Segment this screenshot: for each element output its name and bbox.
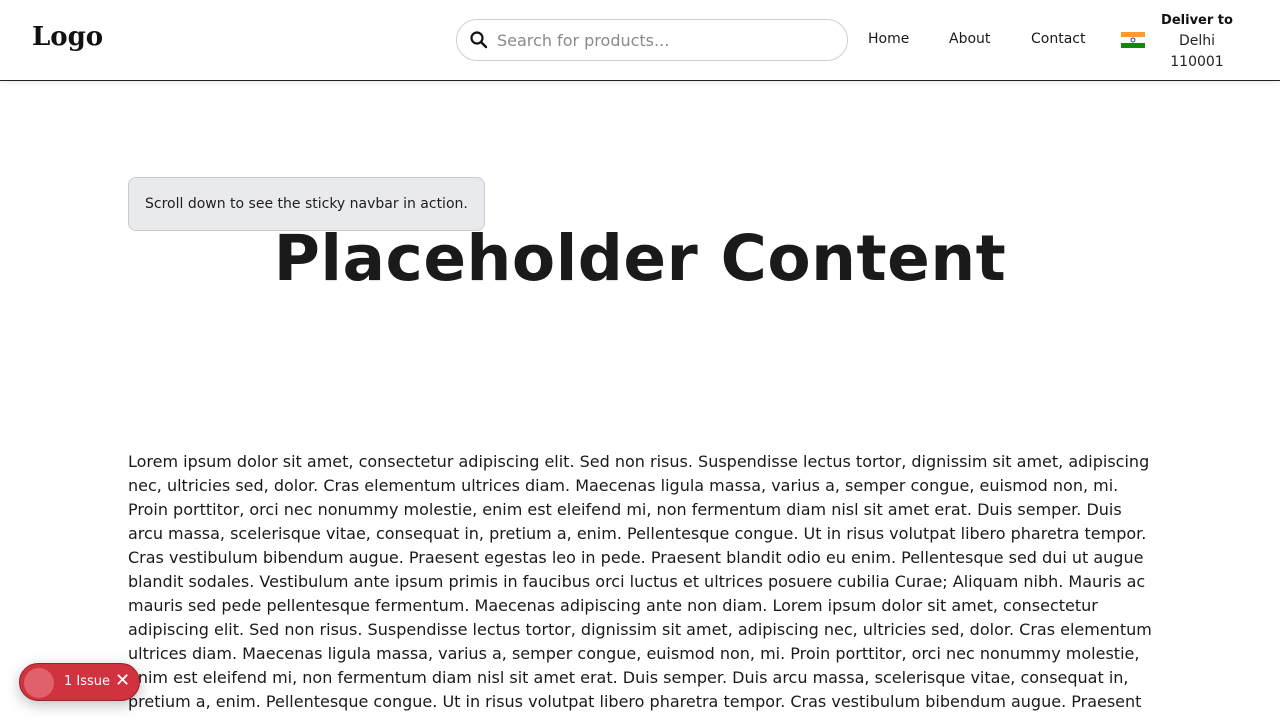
issue-indicator-icon xyxy=(24,668,54,698)
body-paragraph: Lorem ipsum dolor sit amet, consectetur … xyxy=(128,452,1152,711)
delivery-pincode: 110001 xyxy=(1170,54,1224,70)
india-flag-icon[interactable] xyxy=(1121,32,1145,48)
close-icon[interactable]: ✕ xyxy=(115,670,130,691)
delivery-location[interactable]: Deliver to Delhi 110001 xyxy=(1156,12,1238,72)
search-icon xyxy=(470,31,488,49)
nav-link-home[interactable]: Home xyxy=(868,31,909,47)
issues-badge[interactable]: 1 Issue ✕ xyxy=(19,663,140,701)
issue-count: 1 Issue xyxy=(64,674,111,689)
search-bar[interactable] xyxy=(456,19,848,61)
logo[interactable]: Logo xyxy=(32,22,103,52)
delivery-city: Delhi xyxy=(1178,33,1216,49)
nav-link-about[interactable]: About xyxy=(949,31,990,47)
deliver-to-label: Deliver to xyxy=(1161,13,1233,28)
nav-link-contact[interactable]: Contact xyxy=(1031,31,1085,47)
search-input[interactable] xyxy=(497,28,837,52)
ashoka-chakra-icon xyxy=(1130,37,1136,43)
page-title: Placeholder Content xyxy=(273,222,1007,295)
navbar: Logo Home About Contact Deliver to Delhi… xyxy=(0,0,1280,81)
